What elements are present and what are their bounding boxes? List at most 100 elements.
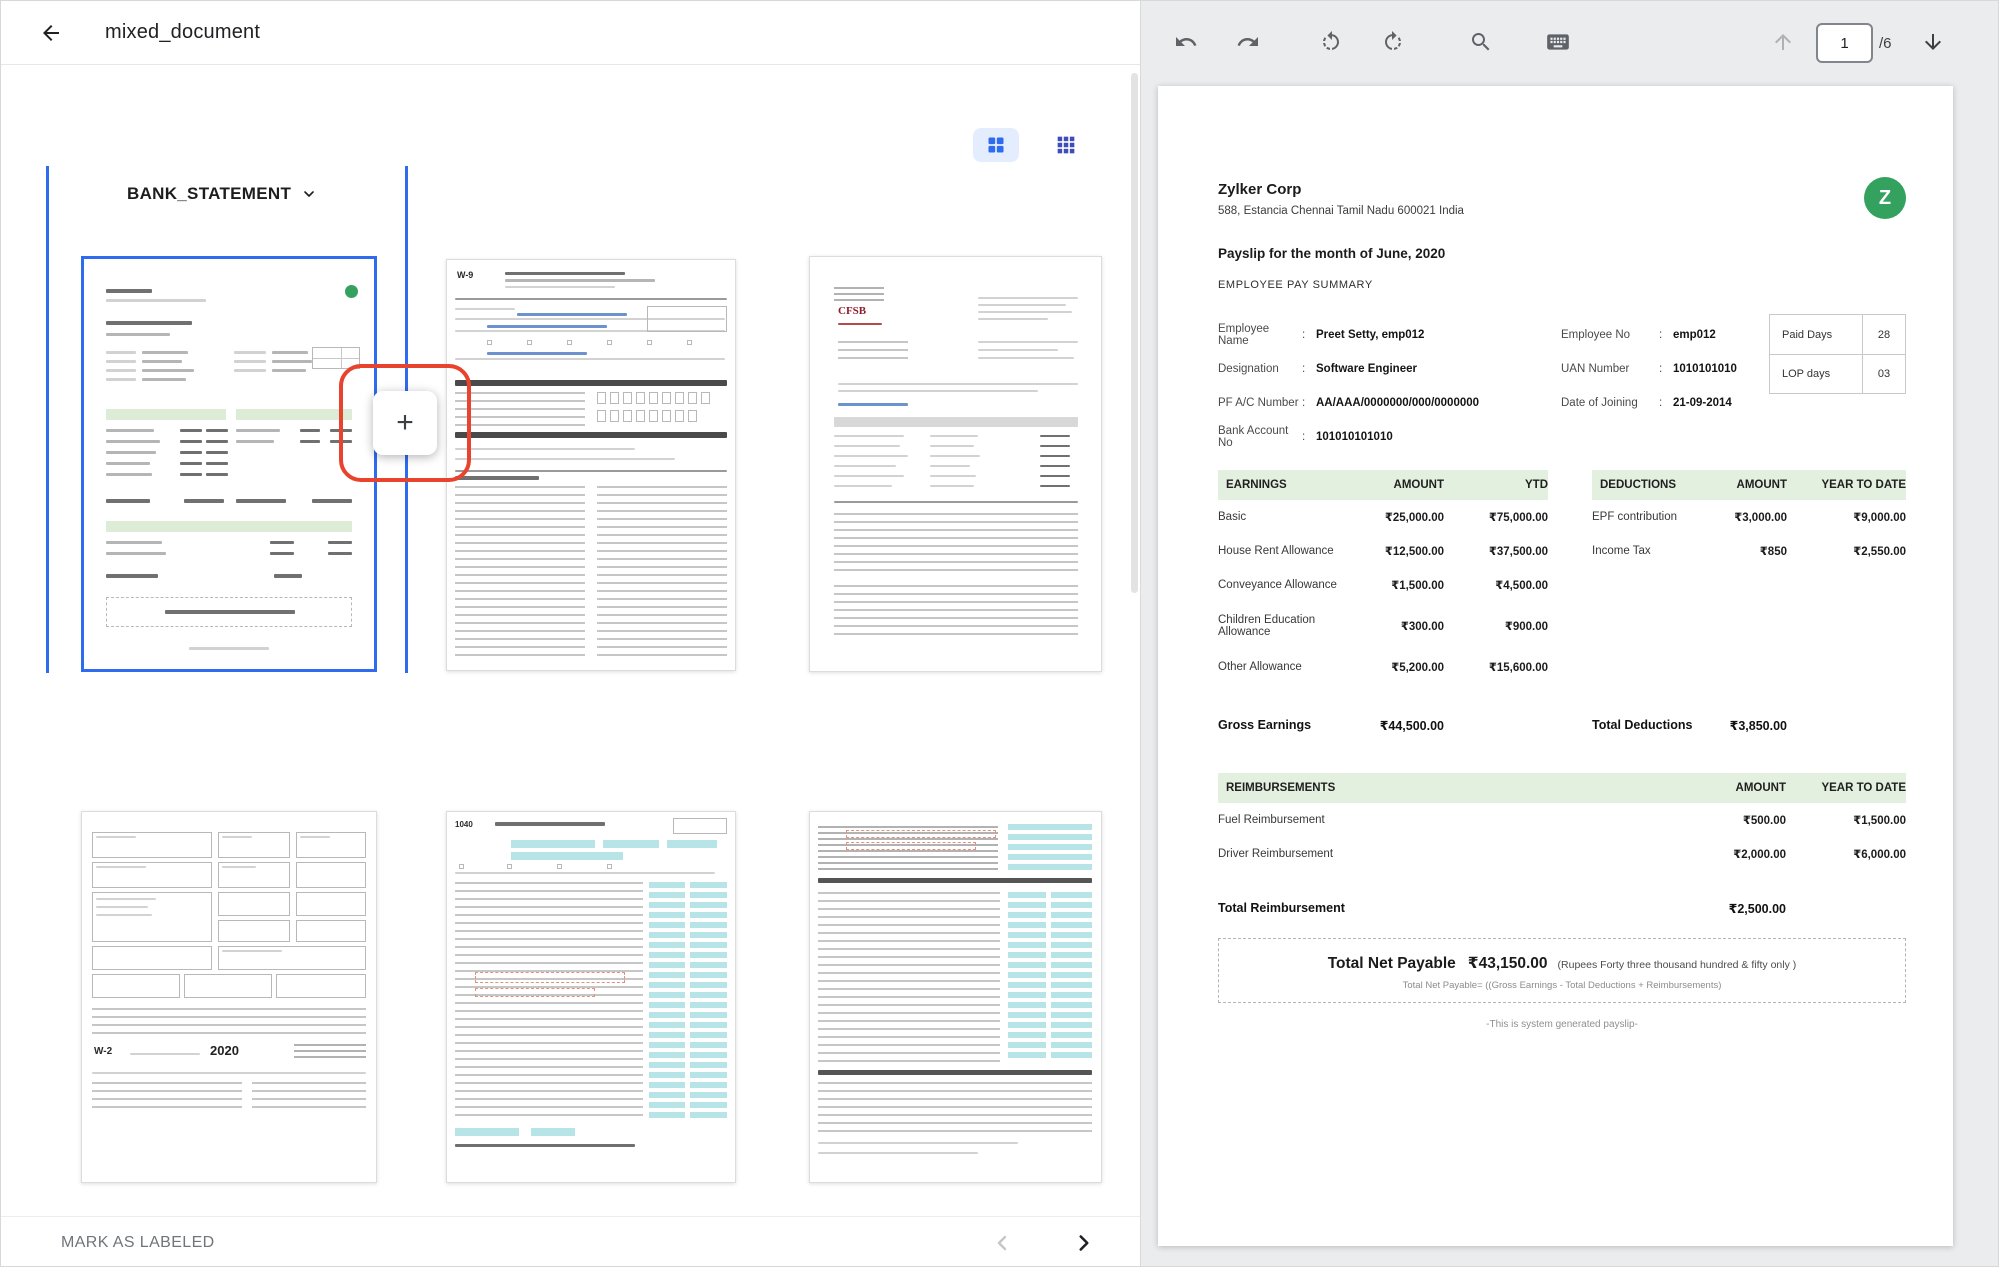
reimbursements-row: Driver Reimbursement₹2,000.00₹6,000.00	[1218, 837, 1906, 871]
mark-as-labeled-button[interactable]: MARK AS LABELED	[61, 1234, 215, 1252]
field-row: Designation:Software Engineer	[1218, 352, 1479, 386]
payslip-document: Zylker Corp 588, Estancia Chennai Tamil …	[1218, 181, 1906, 1030]
group-boundary-line-left	[46, 166, 49, 673]
thumbnail-page-6[interactable]	[809, 811, 1102, 1183]
total-reimbursement-value: ₹2,500.00	[1729, 901, 1786, 916]
grid-view-small-button[interactable]	[1043, 128, 1089, 162]
thumbnail-1-art	[84, 259, 374, 669]
previous-document-page-button[interactable]	[1763, 22, 1803, 62]
field-value: 101010101010	[1316, 431, 1393, 443]
page-number-input[interactable]	[1816, 23, 1873, 63]
days-label: Paid Days	[1770, 315, 1863, 354]
rotate-cw-button[interactable]	[1373, 22, 1413, 62]
paid-days-box: Paid Days28 LOP days03	[1769, 314, 1906, 394]
field-row: Employee Name:Preet Setty, emp012	[1218, 318, 1479, 352]
back-button[interactable]	[31, 13, 71, 53]
net-payable-box: Total Net Payable₹43,150.00(Rupees Forty…	[1218, 938, 1906, 1003]
page-group-label[interactable]: BANK_STATEMENT	[121, 184, 323, 204]
totals-row: Gross Earnings₹44,500.00 Total Deduction…	[1218, 718, 1906, 733]
field-label: Bank Account No	[1218, 425, 1302, 449]
earnings-row: House Rent Allowance₹12,500.00₹37,500.00	[1218, 534, 1548, 568]
undo-button[interactable]	[1166, 22, 1206, 62]
deductions-row: EPF contribution₹3,000.00₹9,000.00	[1592, 500, 1906, 534]
rotate-ccw-button[interactable]	[1311, 22, 1351, 62]
field-row: UAN Number:1010101010	[1561, 352, 1737, 386]
form-1040-label: 1040	[455, 820, 473, 829]
field-value: AA/AAA/0000000/000/0000000	[1316, 397, 1479, 409]
total-deductions-label: Total Deductions	[1592, 718, 1692, 733]
rotate-ccw-icon	[1319, 30, 1343, 54]
redo-button[interactable]	[1228, 22, 1268, 62]
company-logo-letter: Z	[1879, 187, 1891, 210]
search-button[interactable]	[1461, 22, 1501, 62]
mini-logo-icon	[345, 285, 358, 298]
thumbnail-pager	[984, 1225, 1102, 1261]
field-label: Employee No	[1561, 329, 1659, 341]
earnings-row: Basic₹25,000.00₹75,000.00	[1218, 500, 1548, 534]
company-logo: Z	[1864, 177, 1906, 219]
thumbnail-2-art: W-9	[447, 260, 735, 670]
thumbnail-page-5[interactable]: 1040	[446, 811, 736, 1183]
back-arrow-icon	[39, 21, 63, 45]
left-footer: MARK AS LABELED	[1, 1216, 1140, 1267]
prev-page-button[interactable]	[984, 1225, 1020, 1261]
keyboard-icon	[1545, 29, 1571, 55]
earnings-row: Children Education Allowance₹300.00₹900.…	[1218, 602, 1548, 650]
net-payable-words: (Rupees Forty three thousand hundred & f…	[1558, 959, 1797, 971]
colon: :	[1302, 397, 1316, 409]
earnings-table: EARNINGSAMOUNTYTD Basic₹25,000.00₹75,000…	[1218, 470, 1548, 684]
employee-fields-left: Employee Name:Preet Setty, emp012 Design…	[1218, 318, 1479, 454]
net-payable-label: Total Net Payable	[1328, 955, 1456, 972]
document-page-view: Zylker Corp 588, Estancia Chennai Tamil …	[1158, 86, 1953, 1246]
keyboard-shortcuts-button[interactable]	[1538, 22, 1578, 62]
field-row: PF A/C Number:AA/AAA/0000000/000/0000000	[1218, 386, 1479, 420]
cfsb-logo-text: CFSB	[838, 305, 866, 317]
group-label-text: BANK_STATEMENT	[127, 184, 291, 204]
colon: :	[1302, 363, 1316, 375]
next-page-button[interactable]	[1066, 1225, 1102, 1261]
thumbnail-page-3[interactable]: CFSB	[809, 256, 1102, 672]
search-icon	[1469, 30, 1493, 54]
left-panel-scrollbar[interactable]	[1131, 73, 1138, 593]
thumbnail-3-art: CFSB	[810, 257, 1101, 671]
total-reimbursement-row: Total Reimbursement ₹2,500.00	[1218, 901, 1906, 916]
field-value: emp012	[1673, 329, 1716, 341]
field-row: Date of Joining:21-09-2014	[1561, 386, 1737, 420]
thumbnail-page-2[interactable]: W-9	[446, 259, 736, 671]
days-row: LOP days03	[1770, 354, 1905, 393]
w2-form-label: W-2	[94, 1046, 112, 1057]
redo-icon	[1236, 30, 1260, 54]
thumbnail-page-4[interactable]: W-2 2020	[81, 811, 377, 1183]
company-name: Zylker Corp	[1218, 181, 1464, 198]
reimbursements-header-row: REIMBURSEMENTSAMOUNTYEAR TO DATE	[1218, 773, 1906, 803]
field-label: UAN Number	[1561, 363, 1659, 375]
colon: :	[1302, 431, 1316, 443]
chevron-right-icon	[1071, 1230, 1097, 1256]
payslip-company-header: Zylker Corp 588, Estancia Chennai Tamil …	[1218, 181, 1906, 219]
document-viewer-panel: /6 Zylker Corp 588, Estancia Chennai Tam…	[1141, 1, 1999, 1267]
app-window: mixed_document BANK_STATEMENT	[0, 0, 1999, 1267]
reimbursements-row: Fuel Reimbursement₹500.00₹1,500.00	[1218, 803, 1906, 837]
thumbnail-page-1[interactable]	[81, 256, 377, 672]
earnings-row: Other Allowance₹5,200.00₹15,600.00	[1218, 650, 1548, 684]
add-page-button[interactable]: +	[373, 391, 437, 455]
field-label: PF A/C Number	[1218, 397, 1302, 409]
chevron-down-icon	[301, 186, 317, 202]
chevron-left-icon	[990, 1231, 1014, 1255]
reimbursements-table: REIMBURSEMENTSAMOUNTYEAR TO DATE Fuel Re…	[1218, 773, 1906, 871]
colon: :	[1659, 397, 1673, 409]
earnings-deductions-section: EARNINGSAMOUNTYTD Basic₹25,000.00₹75,000…	[1218, 470, 1906, 684]
pay-summary-heading: EMPLOYEE PAY SUMMARY	[1218, 279, 1906, 291]
document-pages-panel: mixed_document BANK_STATEMENT	[1, 1, 1141, 1267]
days-value: 03	[1863, 355, 1905, 393]
gross-earnings-label: Gross Earnings	[1218, 718, 1311, 733]
days-label: LOP days	[1770, 355, 1863, 393]
employee-fields-right: Employee No: emp012 UAN Number:1010101010…	[1561, 318, 1737, 420]
left-header: mixed_document	[1, 1, 1140, 65]
grid-view-large-button[interactable]	[973, 128, 1019, 162]
field-row: Bank Account No:101010101010	[1218, 420, 1479, 454]
thumbnail-6-art	[810, 812, 1101, 1182]
arrow-down-icon	[1921, 30, 1945, 54]
next-document-page-button[interactable]	[1913, 22, 1953, 62]
field-label: Date of Joining	[1561, 397, 1659, 409]
